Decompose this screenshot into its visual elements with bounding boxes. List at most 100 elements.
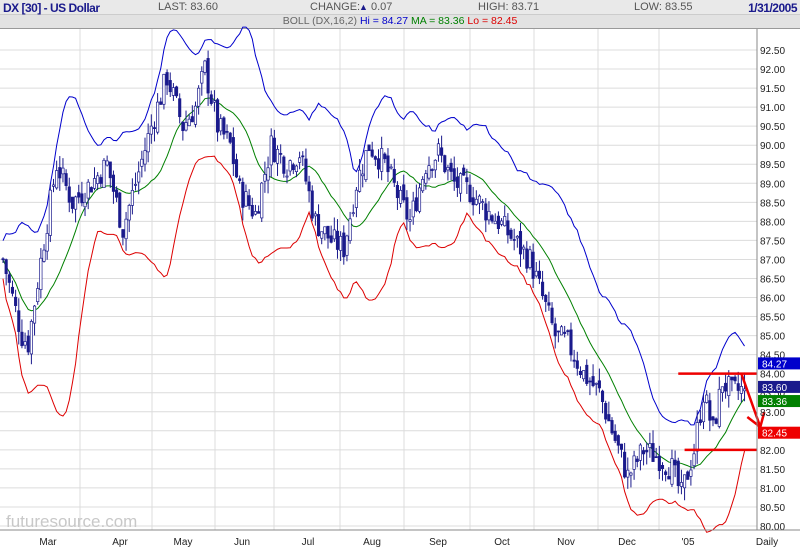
x-tick-label: Jul xyxy=(302,537,315,548)
candle-body xyxy=(493,220,497,225)
candle-body xyxy=(733,376,737,382)
candle-body xyxy=(156,101,160,133)
value-label-last: 83.60 xyxy=(762,383,787,394)
candle-body xyxy=(427,165,431,179)
candle-body xyxy=(724,382,728,392)
candle-body xyxy=(468,184,472,202)
candle-body xyxy=(124,218,128,240)
candle-body xyxy=(421,179,425,192)
candle-body xyxy=(203,60,207,73)
candle-body xyxy=(572,359,576,362)
candle-body xyxy=(181,121,185,132)
candle-body xyxy=(417,187,422,212)
candle-body xyxy=(260,182,264,219)
candle-body xyxy=(294,165,299,172)
candle-body xyxy=(83,201,87,208)
candle-body xyxy=(36,288,40,303)
candle-body xyxy=(436,143,441,156)
candle-body xyxy=(323,226,327,235)
candle-body xyxy=(219,118,223,132)
candle-body xyxy=(64,173,68,186)
x-tick-label: Dec xyxy=(618,537,636,548)
candle-body xyxy=(512,239,516,241)
candle-body xyxy=(395,184,399,199)
x-tick-label: Aug xyxy=(363,537,381,548)
candle-body xyxy=(162,73,166,105)
candle-body xyxy=(692,453,696,467)
candle-body xyxy=(133,184,138,186)
candle-body xyxy=(310,190,314,219)
y-tick-label: 81.00 xyxy=(760,484,785,495)
candle-body xyxy=(440,147,444,156)
lower-band-line xyxy=(2,155,746,533)
candle-body xyxy=(541,281,545,297)
candle-body xyxy=(216,99,220,133)
candle-body xyxy=(664,471,668,475)
candle-body xyxy=(342,232,346,258)
candle-body xyxy=(329,235,333,243)
candle-body xyxy=(389,166,393,169)
candle-body xyxy=(7,274,11,283)
x-tick-label: Apr xyxy=(112,537,128,548)
candle-body xyxy=(275,148,280,164)
candle-body xyxy=(544,294,548,302)
candle-body xyxy=(376,158,381,170)
candle-body xyxy=(14,296,18,306)
candle-body xyxy=(623,451,627,478)
candle-body xyxy=(111,174,115,192)
candle-body xyxy=(304,158,308,182)
candle-body xyxy=(105,160,109,166)
candle-body xyxy=(200,71,204,84)
candle-body xyxy=(250,204,254,217)
candle-body xyxy=(74,196,78,210)
x-tick-label: Daily xyxy=(756,537,778,548)
candle-body xyxy=(288,160,292,172)
candle-body xyxy=(443,155,447,173)
candle-body xyxy=(484,203,488,221)
candle-body xyxy=(645,449,649,453)
upper-band-line xyxy=(2,26,745,426)
candle-body xyxy=(367,144,371,152)
y-tick-label: 88.50 xyxy=(760,198,785,209)
candle-body xyxy=(61,167,65,175)
candle-body xyxy=(143,150,147,165)
candle-body xyxy=(736,383,740,391)
candle-body xyxy=(51,184,56,187)
candles xyxy=(1,50,747,501)
candle-body xyxy=(55,170,59,189)
candle-body xyxy=(578,370,582,376)
candle-body xyxy=(616,435,620,446)
candle-body xyxy=(673,459,677,466)
candle-body xyxy=(187,118,191,127)
candle-body xyxy=(518,231,523,255)
candle-body xyxy=(257,211,261,214)
candle-body xyxy=(686,471,690,480)
candle-body xyxy=(547,302,551,306)
candle-body xyxy=(33,305,37,324)
candle-body xyxy=(373,156,377,160)
candle-body xyxy=(20,331,24,347)
candle-body xyxy=(193,105,198,125)
candle-body xyxy=(424,173,428,184)
candle-body xyxy=(698,419,702,424)
candle-body xyxy=(613,430,617,441)
candle-body xyxy=(234,159,239,178)
candle-body xyxy=(503,216,507,227)
candle-body xyxy=(298,157,302,163)
candle-body xyxy=(241,181,245,208)
candle-body xyxy=(569,329,573,356)
candle-body xyxy=(263,174,267,182)
y-tick-label: 91.50 xyxy=(760,84,785,95)
candle-body xyxy=(108,161,112,179)
candle-body xyxy=(348,218,352,241)
y-tick-label: 82.00 xyxy=(760,446,785,457)
candle-body xyxy=(231,137,235,165)
candle-body xyxy=(70,196,74,209)
candle-body xyxy=(386,155,390,173)
candle-body xyxy=(121,229,125,238)
candle-body xyxy=(477,195,482,204)
candle-body xyxy=(197,87,201,107)
candle-body xyxy=(575,360,579,369)
candle-body xyxy=(462,167,466,176)
candle-body xyxy=(247,195,251,206)
